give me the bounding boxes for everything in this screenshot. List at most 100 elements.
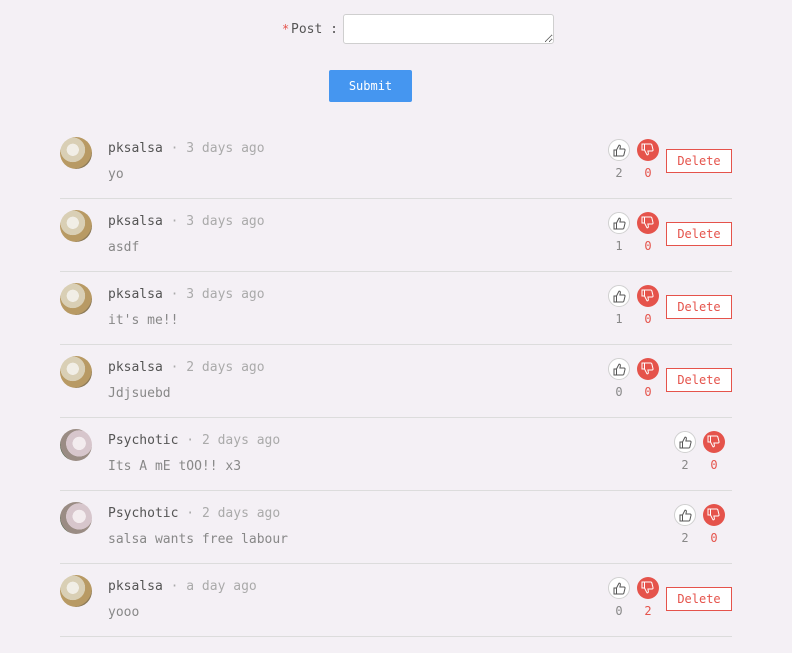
separator: · [186, 506, 195, 521]
dislike-count: 0 [710, 531, 718, 545]
timestamp: 3 days ago [186, 214, 265, 229]
dislike-count: 0 [710, 458, 718, 472]
thumbs-down-icon [707, 435, 720, 448]
submit-button[interactable]: Submit [329, 70, 412, 102]
like-count: 1 [615, 312, 623, 326]
author-name: pksalsa [108, 579, 163, 594]
avatar [60, 429, 92, 461]
comment-item: pksalsa · 3 days ago it's me!! 1 0 Delet… [60, 272, 732, 345]
dislike-button[interactable] [637, 139, 659, 161]
author-name: Psychotic [108, 506, 179, 521]
timestamp: 2 days ago [201, 506, 281, 521]
comment-item: Psychotic · 2 days ago salsa wants free … [60, 491, 732, 564]
like-count: 0 [615, 604, 623, 618]
like-button[interactable] [674, 504, 696, 526]
comment-meta: pksalsa · 3 days ago [108, 141, 265, 156]
dislike-count: 0 [644, 166, 652, 180]
thumbs-up-icon [613, 582, 626, 595]
author-name: pksalsa [108, 214, 163, 229]
thumbs-up-icon [613, 290, 626, 303]
timestamp: a day ago [186, 579, 257, 594]
comment-text: yo [108, 167, 124, 182]
thumbs-up-icon [679, 509, 692, 522]
comment-text: salsa wants free labour [108, 532, 289, 547]
comment-meta: pksalsa · a day ago [108, 579, 257, 594]
comment-item: Psychotic · 2 days ago Its A mE tOO!! x3… [60, 418, 732, 491]
thumbs-down-icon [641, 289, 654, 302]
post-label: Post : [291, 22, 338, 37]
comment-item: pksalsa · 2 days ago Jdjsuebd 0 0 Delete [60, 345, 732, 418]
comment-meta: pksalsa · 3 days ago [108, 287, 265, 302]
dislike-button[interactable] [637, 285, 659, 307]
dislike-count: 0 [644, 312, 652, 326]
dislike-count: 0 [644, 385, 652, 399]
thumbs-down-icon [641, 216, 654, 229]
comment-item: pksalsa · 3 days ago asdf 1 0 Delete [60, 199, 732, 272]
thumbs-down-icon [707, 508, 720, 521]
like-count: 0 [615, 385, 623, 399]
comment-text: Its A mE tOO!! x3 [108, 459, 242, 474]
separator: · [170, 360, 179, 375]
comment-list: pksalsa · 3 days ago yo 2 0 Delete pksal… [60, 126, 732, 637]
author-name: pksalsa [108, 287, 163, 302]
thumbs-down-icon [641, 362, 654, 375]
separator: · [170, 287, 179, 302]
author-name: pksalsa [108, 141, 163, 156]
timestamp: 3 days ago [186, 141, 265, 156]
author-name: pksalsa [108, 360, 163, 375]
timestamp: 2 days ago [201, 433, 281, 448]
dislike-button[interactable] [703, 504, 725, 526]
comment-meta: Psychotic · 2 days ago [108, 433, 280, 448]
comment-meta: pksalsa · 3 days ago [108, 214, 265, 229]
like-button[interactable] [608, 358, 630, 380]
required-mark: * [282, 22, 290, 36]
comment-text: Jdjsuebd [108, 386, 171, 401]
thumbs-up-icon [679, 436, 692, 449]
dislike-button[interactable] [637, 577, 659, 599]
thumbs-up-icon [613, 217, 626, 230]
separator: · [186, 433, 195, 448]
comment-text: it's me!! [108, 313, 179, 328]
comment-text: asdf [108, 240, 140, 255]
comment-item: pksalsa · 3 days ago yo 2 0 Delete [60, 126, 732, 199]
like-count: 1 [615, 239, 623, 253]
delete-button[interactable]: Delete [666, 222, 732, 246]
avatar [60, 283, 92, 315]
avatar [60, 210, 92, 242]
comment-meta: pksalsa · 2 days ago [108, 360, 265, 375]
timestamp: 2 days ago [186, 360, 265, 375]
avatar [60, 575, 92, 607]
comment-meta: Psychotic · 2 days ago [108, 506, 280, 521]
like-button[interactable] [674, 431, 696, 453]
thumbs-down-icon [641, 143, 654, 156]
like-button[interactable] [608, 285, 630, 307]
timestamp: 3 days ago [186, 287, 265, 302]
delete-button[interactable]: Delete [666, 295, 732, 319]
dislike-button[interactable] [637, 358, 659, 380]
author-name: Psychotic [108, 433, 179, 448]
thumbs-up-icon [613, 144, 626, 157]
delete-button[interactable]: Delete [666, 149, 732, 173]
like-button[interactable] [608, 577, 630, 599]
thumbs-down-icon [641, 581, 654, 594]
thumbs-up-icon [613, 363, 626, 376]
delete-button[interactable]: Delete [666, 587, 732, 611]
avatar [60, 356, 92, 388]
avatar [60, 502, 92, 534]
post-input[interactable] [343, 14, 554, 44]
delete-button[interactable]: Delete [666, 368, 732, 392]
post-form: * Post : [0, 14, 792, 46]
like-button[interactable] [608, 212, 630, 234]
like-count: 2 [681, 458, 689, 472]
like-count: 2 [681, 531, 689, 545]
separator: · [170, 141, 179, 156]
dislike-button[interactable] [637, 212, 659, 234]
separator: · [170, 214, 179, 229]
separator: · [170, 579, 179, 594]
dislike-count: 2 [644, 604, 652, 618]
like-button[interactable] [608, 139, 630, 161]
comment-text: yooo [108, 605, 140, 620]
dislike-count: 0 [644, 239, 652, 253]
avatar [60, 137, 92, 169]
dislike-button[interactable] [703, 431, 725, 453]
